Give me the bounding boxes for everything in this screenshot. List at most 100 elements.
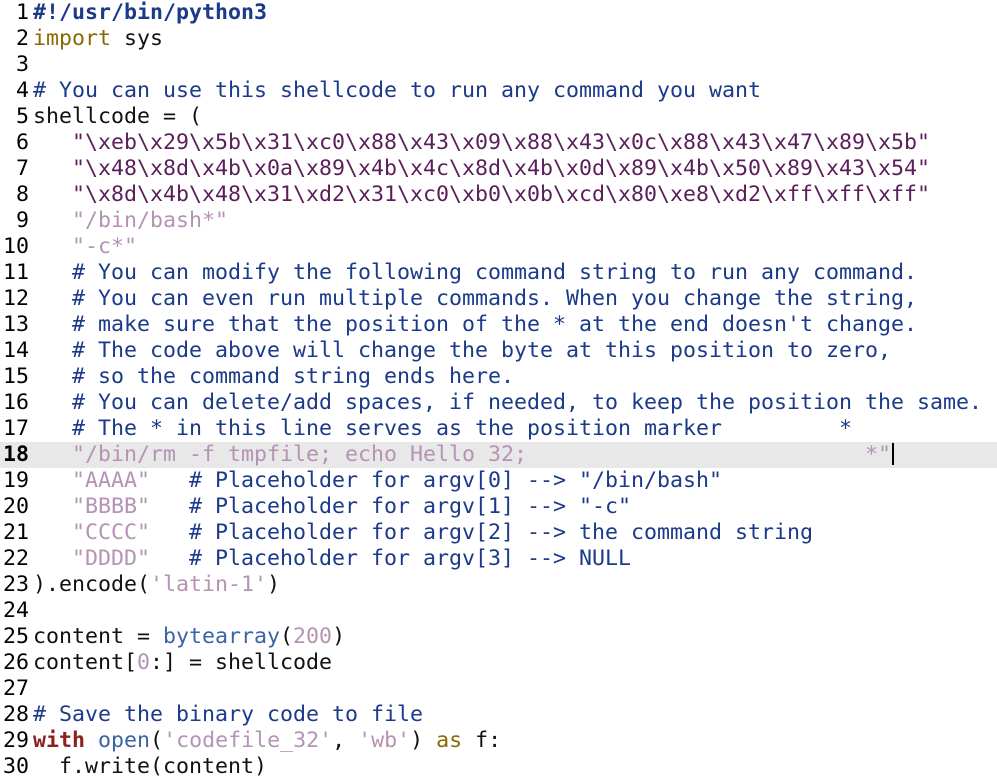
code-line[interactable]: 17 # The * in this line serves as the po…: [0, 416, 997, 442]
line-code[interactable]: ).encode('latin-1'): [29, 572, 280, 598]
code-token: 'latin-1': [150, 572, 268, 597]
code-token: 0: [137, 650, 151, 675]
code-line[interactable]: 24: [0, 598, 997, 624]
code-line[interactable]: 30 f.write(content): [0, 754, 997, 780]
line-code[interactable]: "/bin/rm -f tmpfile; echo Hello 32; *": [29, 442, 895, 468]
line-code[interactable]: f.write(content): [29, 754, 267, 780]
line-code[interactable]: with open('codefile_32', 'wb') as f:: [29, 728, 501, 754]
code-line[interactable]: 27: [0, 676, 997, 702]
code-line[interactable]: 28 # Save the binary code to file: [0, 702, 997, 728]
line-number: 5: [15, 104, 29, 129]
code-token: f.write(content): [33, 754, 268, 779]
code-token: ).encode(: [33, 572, 151, 597]
line-number: 19: [2, 468, 29, 493]
line-number: 4: [15, 78, 29, 103]
line-code[interactable]: # The * in this line serves as the posit…: [29, 416, 852, 442]
code-token: # so the command string ends here.: [72, 364, 515, 389]
line-code[interactable]: # Save the binary code to file: [29, 702, 423, 728]
line-code[interactable]: "CCCC" # Placeholder for argv[2] --> the…: [29, 520, 813, 546]
code-line[interactable]: 6 "\xeb\x29\x5b\x31\xc0\x88\x43\x09\x88\…: [0, 130, 997, 156]
code-token: (: [150, 728, 164, 753]
code-line[interactable]: 7 "\x48\x8d\x4b\x0a\x89\x4b\x4c\x8d\x4b\…: [0, 156, 997, 182]
line-code[interactable]: import sys: [29, 26, 163, 52]
code-token: ): [332, 624, 346, 649]
line-code[interactable]: # You can modify the following command s…: [29, 260, 917, 286]
line-code[interactable]: content = bytearray(200): [29, 624, 345, 650]
line-code[interactable]: #!/usr/bin/python3: [29, 0, 267, 26]
code-line[interactable]: 19 "AAAA" # Placeholder for argv[0] --> …: [0, 468, 997, 494]
code-line[interactable]: 15 # so the command string ends here.: [0, 364, 997, 390]
code-line[interactable]: 4 # You can use this shellcode to run any…: [0, 78, 997, 104]
line-code[interactable]: content[0:] = shellcode: [29, 650, 332, 676]
code-line[interactable]: 29 with open('codefile_32', 'wb') as f:: [0, 728, 997, 754]
code-token: # The * in this line serves as the posit…: [72, 416, 853, 441]
line-number: 29: [2, 728, 29, 753]
code-line[interactable]: 21 "CCCC" # Placeholder for argv[2] --> …: [0, 520, 997, 546]
code-line[interactable]: 12 # You can even run multiple commands.…: [0, 286, 997, 312]
line-code[interactable]: "\x8d\x4b\x48\x31\xd2\x31\xc0\xb0\x0b\xc…: [29, 182, 930, 208]
code-token: # You can delete/add spaces, if needed, …: [72, 390, 983, 415]
line-number: 16: [2, 390, 29, 415]
line-number: 2: [15, 26, 29, 51]
line-number: 27: [2, 676, 29, 701]
line-code[interactable]: "BBBB" # Placeholder for argv[1] --> "-c…: [29, 494, 631, 520]
code-line[interactable]: 26 content[0:] = shellcode: [0, 650, 997, 676]
line-number: 11: [2, 260, 29, 285]
code-line[interactable]: 20 "BBBB" # Placeholder for argv[1] --> …: [0, 494, 997, 520]
line-number: 1: [15, 0, 29, 25]
code-token: "\xeb\x29\x5b\x31\xc0\x88\x43\x09\x88\x4…: [72, 130, 931, 155]
code-token: f:: [462, 728, 502, 753]
code-token: "\x48\x8d\x4b\x0a\x89\x4b\x4c\x8d\x4b\x0…: [72, 156, 931, 181]
line-code[interactable]: # The code above will change the byte at…: [29, 338, 891, 364]
line-code[interactable]: "\xeb\x29\x5b\x31\xc0\x88\x43\x09\x88\x4…: [29, 130, 930, 156]
line-code[interactable]: # make sure that the position of the * a…: [29, 312, 917, 338]
line-code[interactable]: "/bin/bash*": [29, 208, 228, 234]
code-token: 200: [293, 624, 333, 649]
code-line[interactable]: 5 shellcode = (: [0, 104, 997, 130]
code-token: (: [280, 624, 294, 649]
code-line[interactable]: 18 "/bin/rm -f tmpfile; echo Hello 32; *…: [0, 442, 997, 468]
line-code[interactable]: "-c*": [29, 234, 137, 260]
code-line[interactable]: 23).encode('latin-1'): [0, 572, 997, 598]
code-line[interactable]: 9 "/bin/bash*": [0, 208, 997, 234]
line-number: 24: [2, 598, 29, 623]
code-line[interactable]: 22 "DDDD" # Placeholder for argv[3] --> …: [0, 546, 997, 572]
line-code[interactable]: shellcode = (: [29, 104, 202, 130]
line-code[interactable]: "DDDD" # Placeholder for argv[3] --> NUL…: [29, 546, 631, 572]
line-number: 28: [2, 702, 29, 727]
line-code[interactable]: # You can delete/add spaces, if needed, …: [29, 390, 982, 416]
code-token: shellcode = (: [33, 104, 203, 129]
line-code[interactable]: "\x48\x8d\x4b\x0a\x89\x4b\x4c\x8d\x4b\x0…: [29, 156, 930, 182]
code-line[interactable]: 14 # The code above will change the byte…: [0, 338, 997, 364]
line-number: 8: [15, 182, 29, 207]
code-line[interactable]: 1 #!/usr/bin/python3: [0, 0, 997, 26]
code-line[interactable]: 16 # You can delete/add spaces, if neede…: [0, 390, 997, 416]
code-line[interactable]: 11 # You can modify the following comman…: [0, 260, 997, 286]
code-line[interactable]: 3: [0, 52, 997, 78]
code-token: # You can use this shellcode to run any …: [33, 78, 762, 103]
line-number: 15: [2, 364, 29, 389]
line-code[interactable]: # You can use this shellcode to run any …: [29, 78, 761, 104]
code-editor[interactable]: 1 #!/usr/bin/python3 2 import sys 3 4 # You ca…: [0, 0, 997, 782]
line-code[interactable]: # so the command string ends here.: [29, 364, 514, 390]
code-line[interactable]: 2 import sys: [0, 26, 997, 52]
code-token: "BBBB": [72, 494, 151, 519]
code-line[interactable]: 13 # make sure that the position of the …: [0, 312, 997, 338]
code-line[interactable]: 10 "-c*": [0, 234, 997, 260]
code-token: # Placeholder for argv[1] --> "-c": [150, 494, 632, 519]
line-number: 25: [2, 624, 29, 649]
code-line[interactable]: 25 content = bytearray(200): [0, 624, 997, 650]
line-code[interactable]: # You can even run multiple commands. Wh…: [29, 286, 917, 312]
line-code[interactable]: "AAAA" # Placeholder for argv[0] --> "/b…: [29, 468, 722, 494]
code-line[interactable]: 8 "\x8d\x4b\x48\x31\xd2\x31\xc0\xb0\x0b\…: [0, 182, 997, 208]
